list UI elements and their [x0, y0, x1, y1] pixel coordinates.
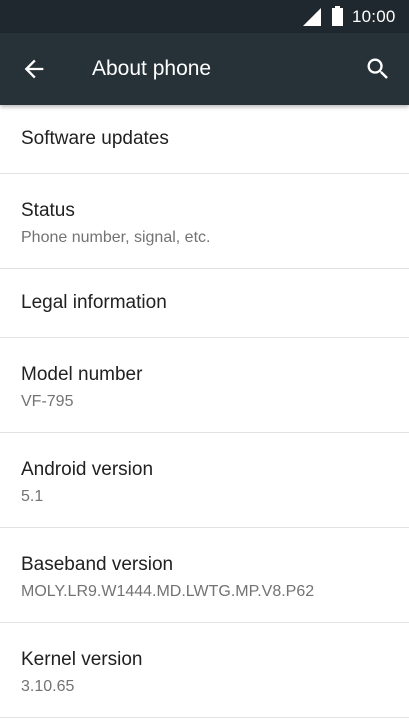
item-label: Status: [21, 200, 75, 221]
app-bar: About phone: [0, 33, 409, 105]
item-summary: MOLY.LR9.W1444.MD.LWTG.MP.V8.P62: [21, 583, 315, 600]
list-item-baseband-version[interactable]: Baseband version MOLY.LR9.W1444.MD.LWTG.…: [0, 528, 409, 623]
item-summary: 3.10.65: [21, 678, 75, 695]
status-time: 10:00: [352, 7, 396, 26]
settings-list: Software updates Status Phone number, si…: [0, 105, 409, 718]
battery-icon: [332, 6, 343, 26]
item-label: Software updates: [21, 128, 169, 149]
arrow-left-icon[interactable]: [20, 55, 48, 83]
list-item-kernel-version[interactable]: Kernel version 3.10.65: [0, 623, 409, 718]
status-bar: 10:00: [0, 0, 409, 33]
list-item-legal-information[interactable]: Legal information: [0, 269, 409, 338]
item-label: Kernel version: [21, 649, 143, 670]
list-item-status[interactable]: Status Phone number, signal, etc.: [0, 174, 409, 269]
item-label: Baseband version: [21, 554, 174, 575]
item-summary: Phone number, signal, etc.: [21, 229, 211, 246]
list-item-software-updates[interactable]: Software updates: [0, 105, 409, 174]
item-label: Legal information: [21, 292, 167, 313]
item-summary: 5.1: [21, 488, 44, 505]
list-item-model-number[interactable]: Model number VF-795: [0, 338, 409, 433]
item-label: Android version: [21, 459, 154, 480]
item-summary: VF-795: [21, 393, 74, 410]
page-title: About phone: [92, 57, 212, 80]
search-icon[interactable]: [364, 55, 392, 83]
list-item-android-version[interactable]: Android version 5.1: [0, 433, 409, 528]
item-label: Model number: [21, 364, 143, 385]
signal-icon: [303, 8, 321, 26]
